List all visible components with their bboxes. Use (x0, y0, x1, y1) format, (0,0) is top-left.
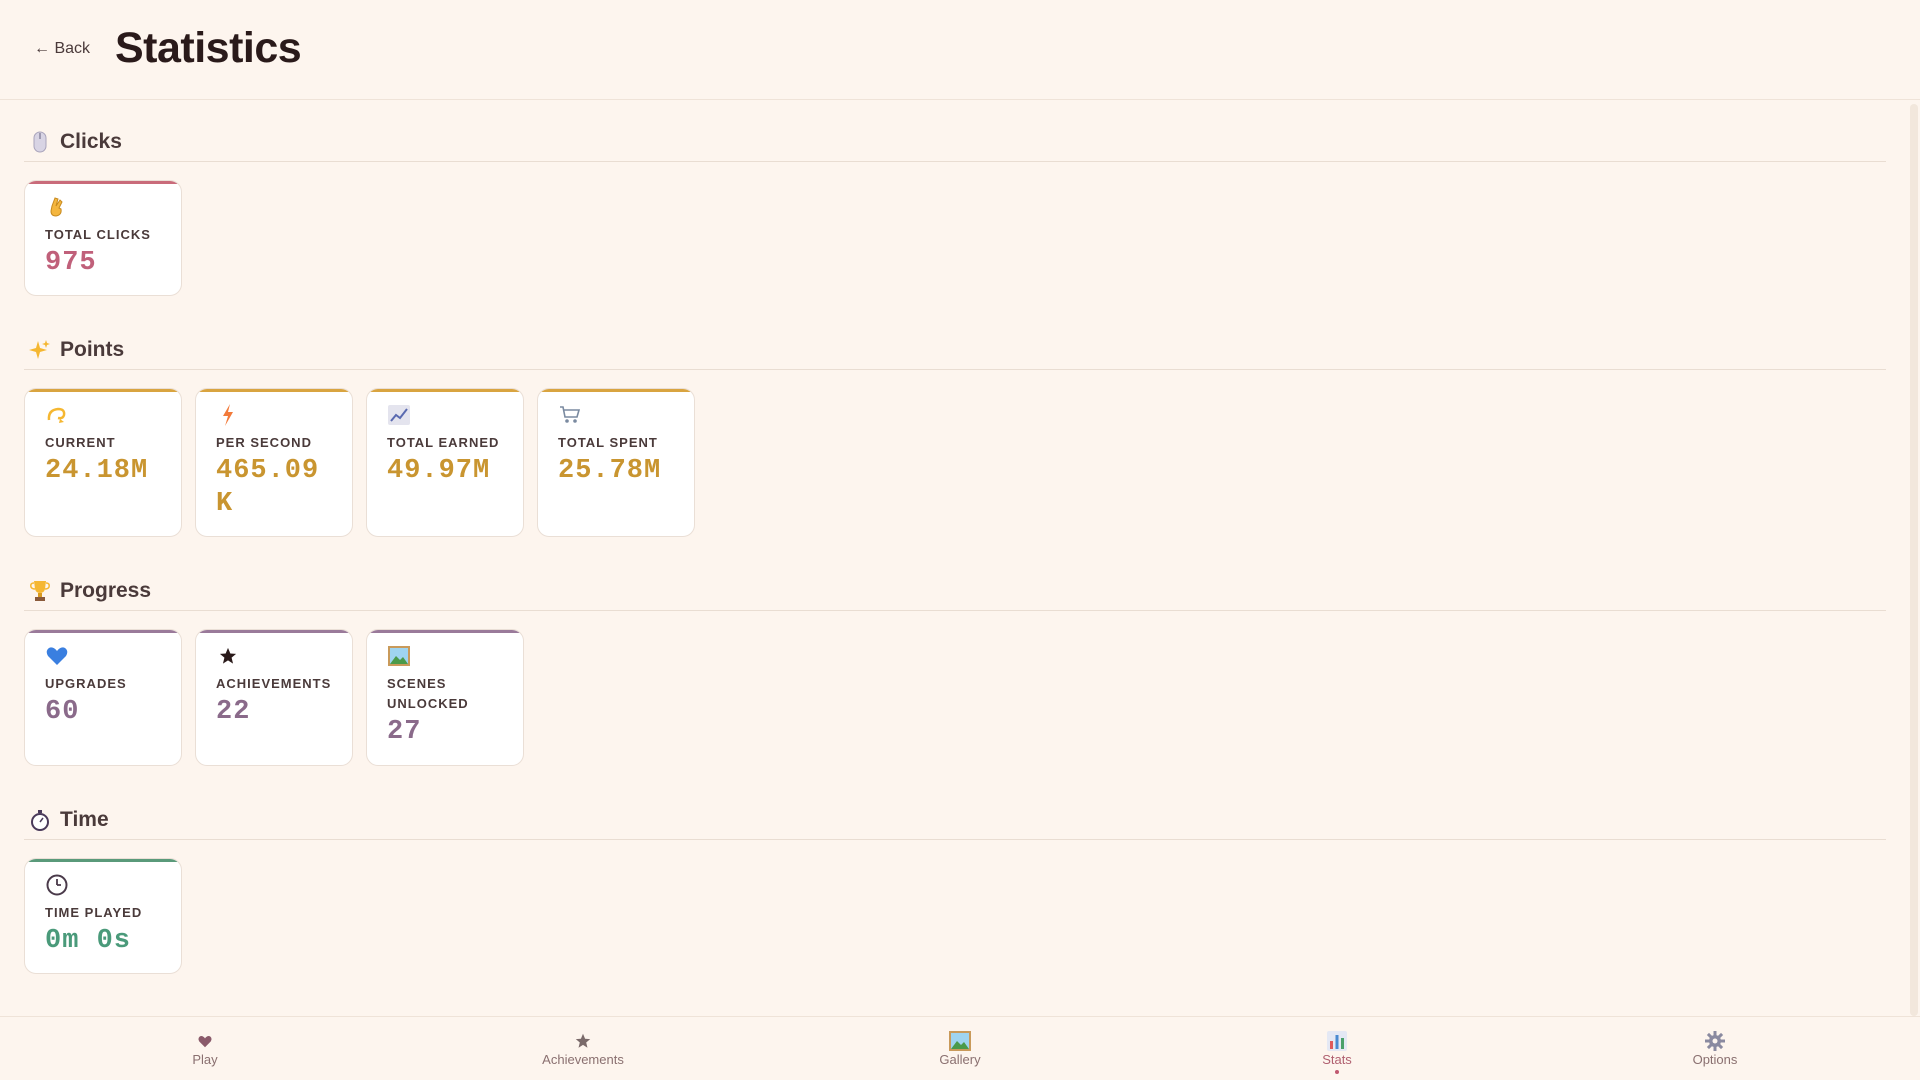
nav-label: Play (192, 1052, 218, 1067)
dizzy-icon (45, 403, 69, 427)
stat-card-time-played: TIME PLAYED 0m 0s (24, 858, 182, 974)
stopwatch-icon (28, 808, 52, 832)
stat-value: 465.09K (216, 456, 320, 519)
trophy-icon (28, 579, 52, 603)
stat-card-total-spent: TOTAL SPENT 25.78M (537, 388, 695, 537)
nav-label: Options (1692, 1052, 1738, 1067)
stat-label: TIME PLAYED (45, 905, 143, 920)
blue-heart-icon (45, 644, 69, 668)
stat-value: 0m 0s (45, 926, 132, 956)
section-clicks: Clicks TOTAL CLICKS 975 (24, 122, 1886, 296)
gear-icon (1635, 1031, 1795, 1051)
stat-card-per-second: PER SECOND 465.09K (195, 388, 353, 537)
stat-card-total-clicks: TOTAL CLICKS 975 (24, 180, 182, 296)
stat-label: TOTAL EARNED (387, 435, 500, 450)
section-points: Points CURRENT 24.18M PER SECOND 465.09K (24, 330, 1886, 537)
section-time: Time TIME PLAYED 0m 0s (24, 800, 1886, 974)
scrollbar[interactable] (1910, 104, 1918, 1016)
stat-label: CURRENT (45, 435, 116, 450)
sparkles-icon (28, 338, 52, 362)
section-title: Progress (60, 578, 152, 602)
stat-label: PER SECOND (216, 435, 312, 450)
framed-picture-icon (387, 644, 411, 668)
nav-item-play[interactable]: Play (125, 1031, 285, 1067)
section-progress: Progress UPGRADES 60 ACHIEVEMENTS 22 SCE… (24, 571, 1886, 766)
bar-chart-icon (1257, 1031, 1417, 1051)
star-icon (503, 1031, 663, 1051)
stat-card-total-earned: TOTAL EARNED 49.97M (366, 388, 524, 537)
nav-label: Achievements (542, 1052, 624, 1067)
stat-value: 22 (216, 697, 251, 727)
star-icon (216, 644, 240, 668)
stat-value: 25.78M (558, 456, 662, 486)
stat-value: 27 (387, 717, 422, 747)
stat-card-current: CURRENT 24.18M (24, 388, 182, 537)
nav-item-gallery[interactable]: Gallery (880, 1031, 1040, 1067)
section-title: Time (60, 807, 109, 831)
stat-label: TOTAL CLICKS (45, 227, 151, 242)
framed-picture-icon (880, 1031, 1040, 1051)
nav-label: Stats (1322, 1052, 1352, 1067)
stat-card-scenes-unlocked: SCENES UNLOCKED 27 (366, 629, 524, 766)
bottom-nav: Play Achievements Gallery Stats Options (0, 1016, 1920, 1080)
nav-item-achievements[interactable]: Achievements (503, 1031, 663, 1067)
crossed-fingers-icon (45, 195, 69, 219)
active-indicator (1335, 1070, 1339, 1074)
chart-increasing-icon (387, 403, 411, 427)
stat-value: 975 (45, 248, 97, 278)
stat-value: 49.97M (387, 456, 491, 486)
stat-label: TOTAL SPENT (558, 435, 658, 450)
stat-value: 24.18M (45, 456, 149, 486)
section-title: Points (60, 337, 125, 361)
stat-label: UPGRADES (45, 676, 127, 691)
nav-item-stats[interactable]: Stats (1257, 1031, 1417, 1074)
computer-mouse-icon (28, 130, 52, 154)
stat-card-achievements: ACHIEVEMENTS 22 (195, 629, 353, 766)
section-header: Progress (24, 571, 1886, 611)
stat-value: 60 (45, 697, 80, 727)
stat-label: SCENES UNLOCKED (387, 676, 469, 711)
lightning-icon (216, 403, 240, 427)
clock-icon (45, 873, 69, 897)
section-header: Time (24, 800, 1886, 840)
nav-item-options[interactable]: Options (1635, 1031, 1795, 1067)
page-title: Statistics (115, 24, 302, 72)
heart-icon (125, 1031, 285, 1051)
back-button[interactable]: ← Back (34, 40, 90, 58)
section-header: Points (24, 330, 1886, 370)
stat-label: ACHIEVEMENTS (216, 676, 332, 691)
shopping-cart-icon (558, 403, 582, 427)
section-title: Clicks (60, 129, 122, 153)
nav-label: Gallery (939, 1052, 981, 1067)
header: ← Back Statistics (0, 0, 1920, 100)
stat-card-upgrades: UPGRADES 60 (24, 629, 182, 766)
section-header: Clicks (24, 122, 1886, 162)
